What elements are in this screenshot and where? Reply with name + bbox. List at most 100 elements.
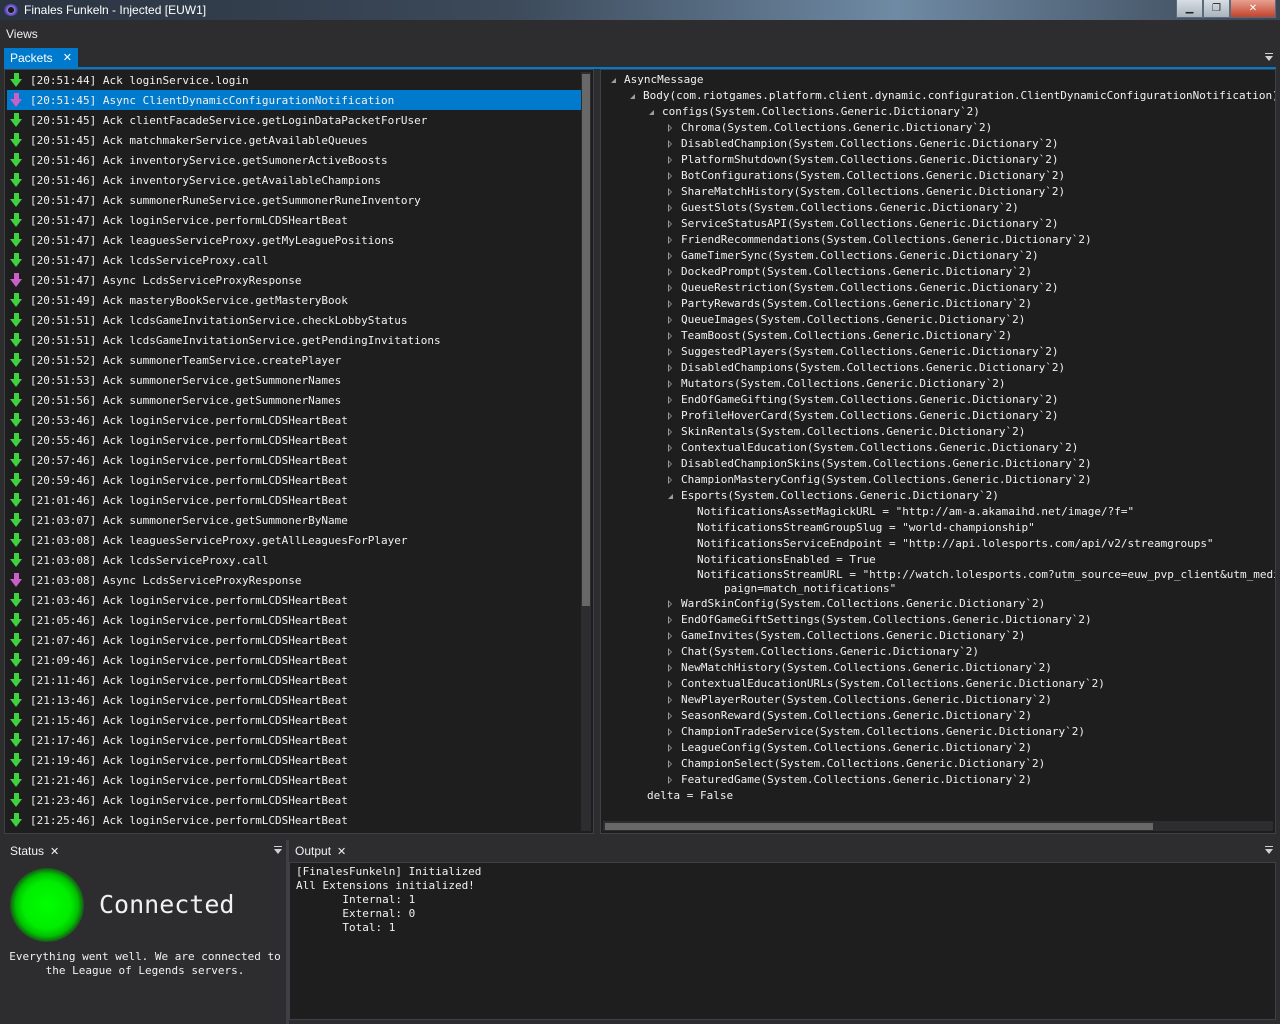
tree-horizontal-scrollbar[interactable] bbox=[603, 821, 1273, 831]
packet-list[interactable]: [20:51:44] Ack loginService.login [20:51:… bbox=[7, 70, 581, 830]
tree-node[interactable]: Chat(System.Collections.Generic.Dictiona… bbox=[601, 643, 1275, 659]
collapsed-triangle-icon[interactable] bbox=[666, 171, 675, 180]
tree-node[interactable]: SkinRentals(System.Collections.Generic.D… bbox=[601, 423, 1275, 439]
collapsed-triangle-icon[interactable] bbox=[666, 139, 675, 148]
tree-node[interactable]: NewMatchHistory(System.Collections.Gener… bbox=[601, 659, 1275, 675]
collapsed-triangle-icon[interactable] bbox=[666, 379, 675, 388]
tree-node[interactable]: ProfileHoverCard(System.Collections.Gene… bbox=[601, 407, 1275, 423]
tree-node[interactable]: NewPlayerRouter(System.Collections.Gener… bbox=[601, 691, 1275, 707]
packet-row[interactable]: [20:51:56] Ack summonerService.getSummon… bbox=[7, 390, 581, 410]
collapsed-triangle-icon[interactable] bbox=[666, 743, 675, 752]
collapsed-triangle-icon[interactable] bbox=[666, 235, 675, 244]
close-button[interactable]: ✕ bbox=[1230, 0, 1276, 18]
packet-row[interactable]: [20:51:46] Ack inventoryService.getAvail… bbox=[7, 170, 581, 190]
tree-node[interactable]: SeasonReward(System.Collections.Generic.… bbox=[601, 707, 1275, 723]
output-console[interactable]: [FinalesFunkeln] Initialized All Extensio… bbox=[289, 862, 1276, 1020]
expanded-triangle-icon[interactable] bbox=[666, 491, 675, 500]
collapsed-triangle-icon[interactable] bbox=[666, 251, 675, 260]
packet-row[interactable]: [21:15:46] Ack loginService.performLCDSH… bbox=[7, 710, 581, 730]
packet-row[interactable]: [21:07:46] Ack loginService.performLCDSH… bbox=[7, 630, 581, 650]
tree-node[interactable]: delta = False bbox=[601, 787, 1275, 803]
collapsed-triangle-icon[interactable] bbox=[666, 427, 675, 436]
tab-packets[interactable]: Packets ✕ bbox=[4, 48, 78, 67]
tree-node[interactable]: NotificationsStreamGroupSlug = "world-ch… bbox=[601, 519, 1275, 535]
collapsed-triangle-icon[interactable] bbox=[666, 695, 675, 704]
collapsed-triangle-icon[interactable] bbox=[666, 443, 675, 452]
tree-node[interactable]: PartyRewards(System.Collections.Generic.… bbox=[601, 295, 1275, 311]
packet-row[interactable]: [21:03:08] Async LcdsServiceProxyRespons… bbox=[7, 570, 581, 590]
minimize-button[interactable]: ▁ bbox=[1176, 0, 1203, 18]
collapsed-triangle-icon[interactable] bbox=[666, 711, 675, 720]
collapsed-triangle-icon[interactable] bbox=[666, 631, 675, 640]
collapsed-triangle-icon[interactable] bbox=[666, 599, 675, 608]
tree-node[interactable]: Mutators(System.Collections.Generic.Dict… bbox=[601, 375, 1275, 391]
collapsed-triangle-icon[interactable] bbox=[666, 775, 675, 784]
output-close-icon[interactable]: ✕ bbox=[337, 845, 346, 858]
collapsed-triangle-icon[interactable] bbox=[666, 123, 675, 132]
packet-row[interactable]: [21:25:46] Ack loginService.performLCDSH… bbox=[7, 810, 581, 830]
tree-node[interactable]: FriendRecommendations(System.Collections… bbox=[601, 231, 1275, 247]
tree-node[interactable]: ContextualEducation(System.Collections.G… bbox=[601, 439, 1275, 455]
collapsed-triangle-icon[interactable] bbox=[666, 679, 675, 688]
tree-node[interactable]: EndOfGameGiftSettings(System.Collections… bbox=[601, 611, 1275, 627]
packet-row[interactable]: [21:09:46] Ack loginService.performLCDSH… bbox=[7, 650, 581, 670]
tree-node[interactable]: TeamBoost(System.Collections.Generic.Dic… bbox=[601, 327, 1275, 343]
collapsed-triangle-icon[interactable] bbox=[666, 187, 675, 196]
packet-row[interactable]: [20:51:47] Ack summonerRuneService.getSu… bbox=[7, 190, 581, 210]
collapsed-triangle-icon[interactable] bbox=[666, 331, 675, 340]
packet-row[interactable]: [21:05:46] Ack loginService.performLCDSH… bbox=[7, 610, 581, 630]
status-close-icon[interactable]: ✕ bbox=[50, 845, 59, 858]
packet-row[interactable]: [20:55:46] Ack loginService.performLCDSH… bbox=[7, 430, 581, 450]
packet-row[interactable]: [20:51:52] Ack summonerTeamService.creat… bbox=[7, 350, 581, 370]
packet-row[interactable]: [20:53:46] Ack loginService.performLCDSH… bbox=[7, 410, 581, 430]
output-dropdown-icon[interactable] bbox=[1265, 846, 1273, 854]
packet-detail-tree[interactable]: AsyncMessage Body(com.riotgames.platform.… bbox=[601, 71, 1275, 803]
expanded-triangle-icon[interactable] bbox=[609, 75, 618, 84]
packet-row[interactable]: [21:03:07] Ack summonerService.getSummon… bbox=[7, 510, 581, 530]
maximize-button[interactable]: ❐ bbox=[1203, 0, 1230, 18]
tree-node[interactable]: WardSkinConfig(System.Collections.Generi… bbox=[601, 595, 1275, 611]
packet-row[interactable]: [20:51:51] Ack lcdsGameInvitationService… bbox=[7, 330, 581, 350]
packet-row[interactable]: [21:01:46] Ack loginService.performLCDSH… bbox=[7, 490, 581, 510]
collapsed-triangle-icon[interactable] bbox=[666, 363, 675, 372]
collapsed-triangle-icon[interactable] bbox=[666, 219, 675, 228]
tree-node[interactable]: DisabledChampionSkins(System.Collections… bbox=[601, 455, 1275, 471]
title-bar[interactable]: Finales Funkeln - Injected [EUW1] ▁ ❐ ✕ bbox=[0, 0, 1280, 20]
tree-node[interactable]: SuggestedPlayers(System.Collections.Gene… bbox=[601, 343, 1275, 359]
collapsed-triangle-icon[interactable] bbox=[666, 299, 675, 308]
tab-close-icon[interactable]: ✕ bbox=[63, 51, 72, 64]
tree-node[interactable]: ContextualEducationURLs(System.Collectio… bbox=[601, 675, 1275, 691]
collapsed-triangle-icon[interactable] bbox=[666, 759, 675, 768]
collapsed-triangle-icon[interactable] bbox=[666, 395, 675, 404]
tree-node[interactable]: DisabledChampions(System.Collections.Gen… bbox=[601, 359, 1275, 375]
packet-row[interactable]: [21:17:46] Ack loginService.performLCDSH… bbox=[7, 730, 581, 750]
tree-node[interactable]: Esports(System.Collections.Generic.Dicti… bbox=[601, 487, 1275, 503]
packet-row[interactable]: [20:51:47] Async LcdsServiceProxyRespons… bbox=[7, 270, 581, 290]
tree-node[interactable]: paign=match_notifications" bbox=[601, 581, 1275, 595]
packet-row[interactable]: [20:51:46] Ack inventoryService.getSumon… bbox=[7, 150, 581, 170]
packet-row[interactable]: [21:19:46] Ack loginService.performLCDSH… bbox=[7, 750, 581, 770]
collapsed-triangle-icon[interactable] bbox=[666, 647, 675, 656]
packet-row[interactable]: [20:51:49] Ack masteryBookService.getMas… bbox=[7, 290, 581, 310]
tree-node[interactable]: LeagueConfig(System.Collections.Generic.… bbox=[601, 739, 1275, 755]
expanded-triangle-icon[interactable] bbox=[647, 107, 656, 116]
menu-views[interactable]: Views bbox=[0, 27, 44, 41]
tree-node[interactable]: EndOfGameGifting(System.Collections.Gene… bbox=[601, 391, 1275, 407]
scrollbar-thumb[interactable] bbox=[582, 74, 590, 606]
tree-node[interactable]: GameTimerSync(System.Collections.Generic… bbox=[601, 247, 1275, 263]
packet-row[interactable]: [20:51:47] Ack lcdsServiceProxy.call bbox=[7, 250, 581, 270]
tree-node[interactable]: ChampionMasteryConfig(System.Collections… bbox=[601, 471, 1275, 487]
packet-row[interactable]: [20:51:47] Ack loginService.performLCDSH… bbox=[7, 210, 581, 230]
tree-node[interactable]: ServiceStatusAPI(System.Collections.Gene… bbox=[601, 215, 1275, 231]
status-dropdown-icon[interactable] bbox=[274, 846, 282, 854]
collapsed-triangle-icon[interactable] bbox=[666, 615, 675, 624]
packet-row[interactable]: [20:51:44] Ack loginService.login bbox=[7, 70, 581, 90]
tree-node[interactable]: GuestSlots(System.Collections.Generic.Di… bbox=[601, 199, 1275, 215]
packet-list-scrollbar[interactable] bbox=[581, 72, 591, 831]
expanded-triangle-icon[interactable] bbox=[628, 91, 637, 100]
packet-row[interactable]: [20:51:45] Async ClientDynamicConfigurat… bbox=[7, 90, 581, 110]
tree-node[interactable]: QueueImages(System.Collections.Generic.D… bbox=[601, 311, 1275, 327]
tree-node[interactable]: DockedPrompt(System.Collections.Generic.… bbox=[601, 263, 1275, 279]
tree-node[interactable]: Body(com.riotgames.platform.client.dynam… bbox=[601, 87, 1275, 103]
tree-node[interactable]: GameInvites(System.Collections.Generic.D… bbox=[601, 627, 1275, 643]
